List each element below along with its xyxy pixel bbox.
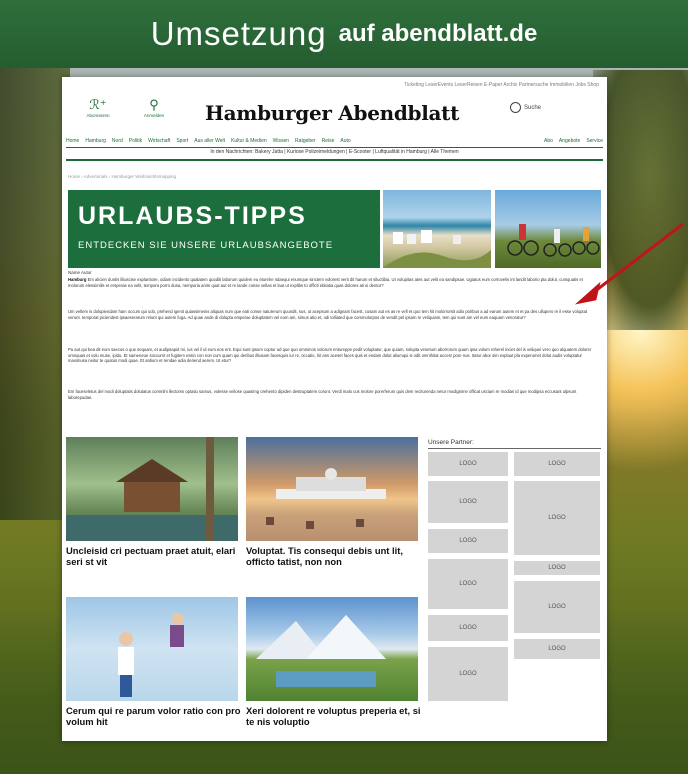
nav-item-hamburg[interactable]: Hamburg xyxy=(85,138,106,144)
nav-item-sport[interactable]: Sport xyxy=(176,138,188,144)
nav-item-politik[interactable]: Politik xyxy=(129,138,142,144)
subscribe-icon[interactable]: ℛ⁺ Abonnieren xyxy=(78,97,118,118)
search-icon xyxy=(510,102,521,113)
partner-logo[interactable]: LOGO xyxy=(428,529,508,553)
news-bar[interactable]: In den Nachrichten: Bakery Jatta | Kurio… xyxy=(62,149,607,155)
cyclists xyxy=(507,224,600,257)
header: ℛ⁺ Abonnieren ⚲ Anmelden Hamburger Abendbl… xyxy=(62,91,607,133)
hero-subtitle: ENTDECKEN SIE UNSERE URLAUBSANGEBOTE xyxy=(78,240,334,251)
nav-item-reise[interactable]: Reise xyxy=(322,138,335,144)
tile-caption-4[interactable]: Xeri dolorent re voluptus preperia et, s… xyxy=(246,705,424,727)
tile-caption-3[interactable]: Cerum qui re parum volor ratio con pro v… xyxy=(66,705,244,727)
partner-logo[interactable]: LOGO xyxy=(428,615,508,641)
cyclists-photo xyxy=(495,190,601,268)
login-label: Anmelden xyxy=(143,113,165,118)
nav-item-wissen[interactable]: Wissen xyxy=(273,138,289,144)
website-mockup: Ticketing LeserEvents LeserReisen E-Pape… xyxy=(62,77,607,741)
nav-item-kultur[interactable]: Kultur & Medien xyxy=(231,138,267,144)
tree-right xyxy=(593,70,688,330)
nav-item-welt[interactable]: Aus aller Welt xyxy=(194,138,225,144)
tree-left xyxy=(0,60,70,520)
subscribe-label: Abonnieren xyxy=(86,113,110,118)
partners-heading: Unsere Partner: xyxy=(428,439,474,446)
pier xyxy=(266,468,386,529)
partner-logo[interactable]: LOGO xyxy=(514,581,600,633)
partner-logo[interactable]: LOGO xyxy=(514,481,600,555)
banner-suffix: auf abendblatt.de xyxy=(338,20,538,47)
user-icon[interactable]: ⚲ Anmelden xyxy=(134,97,174,118)
nav-divider xyxy=(66,147,603,148)
tile-caption-2[interactable]: Voluptat. Tis consequi debis unt lit, of… xyxy=(246,545,424,567)
partner-logo[interactable]: LOGO xyxy=(514,639,600,659)
top-banner: Umsetzung auf abendblatt.de xyxy=(0,0,688,68)
nav-item-nord[interactable]: Nord xyxy=(112,138,123,144)
article-paragraph-4: Em faceseletus del modi doluptatis dolut… xyxy=(68,389,577,400)
author-name: Name Autor xyxy=(68,270,92,275)
nav-item-home[interactable]: Home xyxy=(66,138,79,144)
partner-logo[interactable]: LOGO xyxy=(514,561,600,575)
search-label: Suche xyxy=(524,104,542,111)
tile-caption-1[interactable]: Uncleisid cri pectuam praet atuit, elari… xyxy=(66,545,244,567)
mountain-lake-photo[interactable] xyxy=(246,597,418,701)
partner-logo[interactable]: LOGO xyxy=(428,647,508,701)
news-divider xyxy=(66,159,603,161)
nav-item-angebote[interactable]: Angebote xyxy=(559,138,580,144)
site-logo[interactable]: Hamburger Abendblatt xyxy=(205,101,459,125)
breadcrumb[interactable]: Home › Advertorials › Hamburger Weihnach… xyxy=(68,174,176,179)
boathouse-photo[interactable] xyxy=(66,437,238,541)
beach-photo xyxy=(383,190,491,268)
family-photo[interactable] xyxy=(66,597,238,701)
search-button[interactable]: Suche xyxy=(510,102,541,113)
beach-chairs xyxy=(383,230,491,268)
boathouse xyxy=(66,437,238,541)
article-paragraph-1: Hamburg Em alicien duntis illiuscise exp… xyxy=(68,277,600,288)
article-paragraph-3: Pa aut qui bea dit eum saecus o que sequ… xyxy=(68,347,592,364)
hero-banner: URLAUBS-TIPPS ENTDECKEN SIE UNSERE URLAU… xyxy=(68,190,380,268)
article-paragraph-2: Um veltem is dolupiendam ham occum qui o… xyxy=(68,309,588,320)
partner-logo[interactable]: LOGO xyxy=(428,481,508,523)
dateline: Hamburg xyxy=(68,277,87,282)
banner-title: Umsetzung xyxy=(150,15,327,52)
partner-logo[interactable]: LOGO xyxy=(428,452,508,476)
partners-divider xyxy=(428,448,601,449)
nav-item-abo[interactable]: Abo xyxy=(544,138,553,144)
partner-logo[interactable]: LOGO xyxy=(428,559,508,609)
article-text-1: Em alicien duntis illiuscise explantiore… xyxy=(68,277,583,288)
partner-logo[interactable]: LOGO xyxy=(514,452,600,476)
service-links[interactable]: Ticketing LeserEvents LeserReisen E-Pape… xyxy=(404,82,599,88)
nav-item-auto[interactable]: Auto xyxy=(340,138,350,144)
nav-item-ratgeber[interactable]: Ratgeber xyxy=(295,138,316,144)
hero-title: URLAUBS-TIPPS xyxy=(78,202,307,230)
family xyxy=(118,613,184,697)
nav-item-wirtschaft[interactable]: Wirtschaft xyxy=(148,138,170,144)
main-nav: Home Hamburg Nord Politik Wirtschaft Spo… xyxy=(66,135,603,146)
nav-item-service[interactable]: Service xyxy=(586,138,603,144)
pier-photo[interactable] xyxy=(246,437,418,541)
mountains xyxy=(256,615,386,687)
